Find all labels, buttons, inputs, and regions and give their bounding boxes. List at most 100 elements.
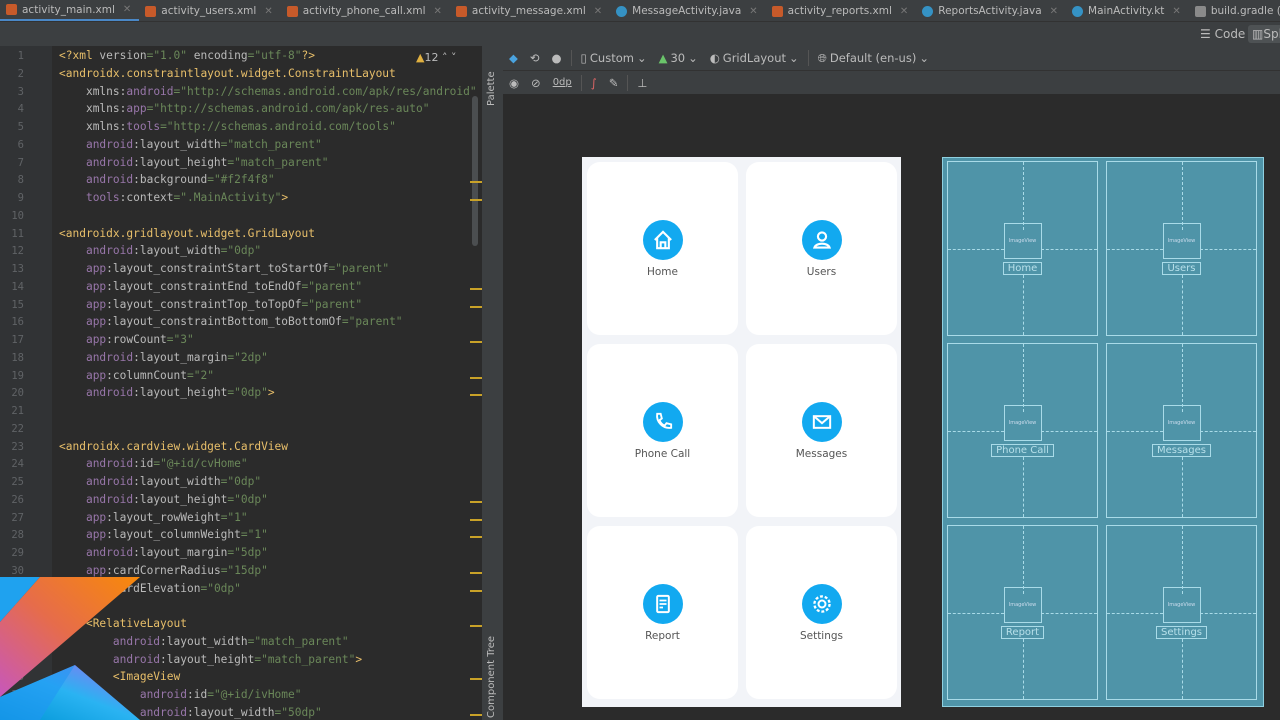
tab-activity-reports-xml[interactable]: activity_reports.xml ✕ <box>766 0 917 21</box>
code-line[interactable]: xmlns:app="http://schemas.android.com/ap… <box>59 102 430 115</box>
code-line[interactable]: android:layout_height="match_parent" <box>59 156 329 169</box>
warning-marker[interactable] <box>470 536 482 539</box>
autoconnect-icon[interactable]: ⊘ <box>531 76 541 90</box>
code-line[interactable]: app:layout_constraintTop_toTopOf="parent… <box>59 298 362 311</box>
default-margin[interactable]: 0dp <box>553 77 572 88</box>
line-number: 23 <box>11 440 24 453</box>
code-line[interactable]: app:rowCount="3" <box>59 333 194 346</box>
close-tab-icon[interactable]: ✕ <box>594 6 602 17</box>
code-line[interactable]: android:layout_height="0dp" <box>59 493 268 506</box>
tab-activity-message-xml[interactable]: activity_message.xml ✕ <box>450 0 610 21</box>
warning-marker[interactable] <box>470 181 482 184</box>
tab-messageactivity-java[interactable]: MessageActivity.java ✕ <box>610 0 766 21</box>
warning-marker[interactable] <box>470 305 482 308</box>
tab-mainactivity-kt[interactable]: MainActivity.kt ✕ <box>1066 0 1189 21</box>
code-token: :columnCount <box>106 368 187 382</box>
card-user[interactable]: Users <box>746 162 897 335</box>
code-line[interactable]: app:layout_constraintStart_toStartOf="pa… <box>59 262 389 275</box>
blueprint-card-user[interactable]: ImageView Users <box>1106 161 1257 336</box>
design-canvas[interactable]: ⫯ ⫯ HomeUsersPhone CallMessagesReportSet… <box>503 94 1280 720</box>
card-report[interactable]: Report <box>587 526 738 699</box>
code-line[interactable]: app:cardCornerRadius="15dp" <box>59 564 268 577</box>
tab-activity-main-xml[interactable]: activity_main.xml ✕ <box>0 0 140 21</box>
code-line[interactable]: android:layout_width="0dp" <box>59 244 261 257</box>
design-surface-icon[interactable]: ◆ <box>509 51 518 65</box>
warning-marker[interactable] <box>470 713 482 716</box>
blueprint-card-report[interactable]: ImageView Report <box>947 525 1098 700</box>
blueprint-card-phone[interactable]: ImageView Phone Call <box>947 343 1098 518</box>
warning-marker[interactable] <box>470 287 482 290</box>
code-line[interactable]: android:layout_margin="2dp" <box>59 351 268 364</box>
infer-constraints-icon[interactable]: ✎ <box>609 76 619 90</box>
close-tab-icon[interactable]: ✕ <box>749 6 757 17</box>
tab-build-gradle-app-[interactable]: build.gradle (:app)✕ <box>1189 0 1280 21</box>
close-tab-icon[interactable]: ✕ <box>264 6 272 17</box>
code-line[interactable]: tools:context=".MainActivity"> <box>59 191 288 204</box>
code-view-button[interactable]: ☰ Code <box>1196 25 1249 43</box>
code-line[interactable]: android:layout_margin="5dp" <box>59 546 268 559</box>
line-number: 10 <box>11 209 24 222</box>
code-line[interactable]: <androidx.constraintlayout.widget.Constr… <box>59 67 396 80</box>
close-tab-icon[interactable]: ✕ <box>123 4 131 15</box>
locale-dropdown[interactable]: 🌐︎ Default (en-us) ⌄ <box>818 51 929 66</box>
editor-scrollbar[interactable] <box>472 96 478 246</box>
code-line[interactable]: android:layout_width="0dp" <box>59 475 261 488</box>
warning-marker[interactable] <box>470 394 482 397</box>
warning-marker[interactable] <box>470 518 482 521</box>
code-line[interactable]: <androidx.cardview.widget.CardView <box>59 440 288 453</box>
warning-marker[interactable] <box>470 625 482 627</box>
close-tab-icon[interactable]: ✕ <box>434 6 442 17</box>
code-line[interactable]: <androidx.gridlayout.widget.GridLayout <box>59 227 315 240</box>
tab-activity-users-xml[interactable]: activity_users.xml ✕ <box>139 0 280 21</box>
blueprint-card-gear[interactable]: ImageView Settings <box>1106 525 1257 700</box>
close-tab-icon[interactable]: ✕ <box>1172 6 1180 17</box>
close-tab-icon[interactable]: ✕ <box>1050 6 1058 17</box>
blueprint-card-home[interactable]: ImageView Home <box>947 161 1098 336</box>
code-line[interactable]: android:id="@+id/cvHome" <box>59 457 248 470</box>
code-line[interactable]: xmlns:tools="http://schemas.android.com/… <box>59 120 396 133</box>
warning-marker[interactable] <box>470 341 482 343</box>
tab-activity-phone-call-xml[interactable]: activity_phone_call.xml ✕ <box>281 0 450 21</box>
code-token: android <box>85 546 134 559</box>
device-dropdown[interactable]: ▯ Custom ⌄ <box>581 51 647 65</box>
theme-dropdown[interactable]: ◐ GridLayout ⌄ <box>710 51 799 65</box>
code-line[interactable]: app:layout_constraintBottom_toBottomOf="… <box>59 315 403 328</box>
guidelines-icon[interactable]: ⊥ <box>637 76 647 90</box>
code-line[interactable]: app:columnCount="2" <box>59 369 214 382</box>
blueprint-card-mail[interactable]: ImageView Messages <box>1106 343 1257 518</box>
blueprint-label: Home <box>1002 261 1043 275</box>
warning-marker[interactable] <box>470 678 482 681</box>
code-line[interactable]: app:layout_rowWeight="1" <box>59 511 248 524</box>
code-line[interactable]: <?xml version="1.0" encoding="utf-8"?> <box>59 49 315 62</box>
api-dropdown[interactable]: ▲ 30 ⌄ <box>659 51 698 65</box>
warning-marker[interactable] <box>470 199 482 201</box>
clear-constraints-icon[interactable]: ∫ <box>591 76 597 90</box>
warning-count[interactable]: ▲12 ˄ ˅ <box>416 51 456 64</box>
card-gear[interactable]: Settings <box>746 526 897 699</box>
card-home[interactable]: Home <box>587 162 738 335</box>
close-tab-icon[interactable]: ✕ <box>900 6 908 17</box>
warning-marker[interactable] <box>470 500 482 503</box>
code-line[interactable]: android:layout_height="0dp"> <box>59 386 275 399</box>
card-phone[interactable]: Phone Call <box>587 344 738 517</box>
warning-marker[interactable] <box>470 376 482 379</box>
view-options-icon[interactable]: ◉ <box>509 76 519 90</box>
palette-tab[interactable]: Palette <box>486 71 497 106</box>
code-line[interactable]: app:layout_constraintEnd_toEndOf="parent… <box>59 280 362 293</box>
card-mail[interactable]: Messages <box>746 344 897 517</box>
code-line[interactable]: app:layout_columnWeight="1" <box>59 528 268 541</box>
constraint-line <box>1181 275 1183 335</box>
code-token: <?xml <box>59 49 100 62</box>
orientation-icon[interactable]: ⟲ <box>530 51 540 65</box>
component-tree-tab[interactable]: Component Tree <box>486 636 497 718</box>
warning-marker[interactable] <box>470 571 482 574</box>
split-view-button[interactable]: ▥Split <box>1248 25 1280 43</box>
code-line[interactable]: android:background="#f2f4f8" <box>59 173 275 186</box>
tab-reportsactivity-java[interactable]: ReportsActivity.java ✕ <box>916 0 1066 21</box>
code-line[interactable]: android:layout_width="match_parent" <box>59 138 322 151</box>
code-line[interactable]: xmlns:android="http://schemas.android.co… <box>59 85 477 98</box>
night-mode-icon[interactable]: ● <box>552 51 562 65</box>
warning-marker[interactable] <box>470 589 482 592</box>
